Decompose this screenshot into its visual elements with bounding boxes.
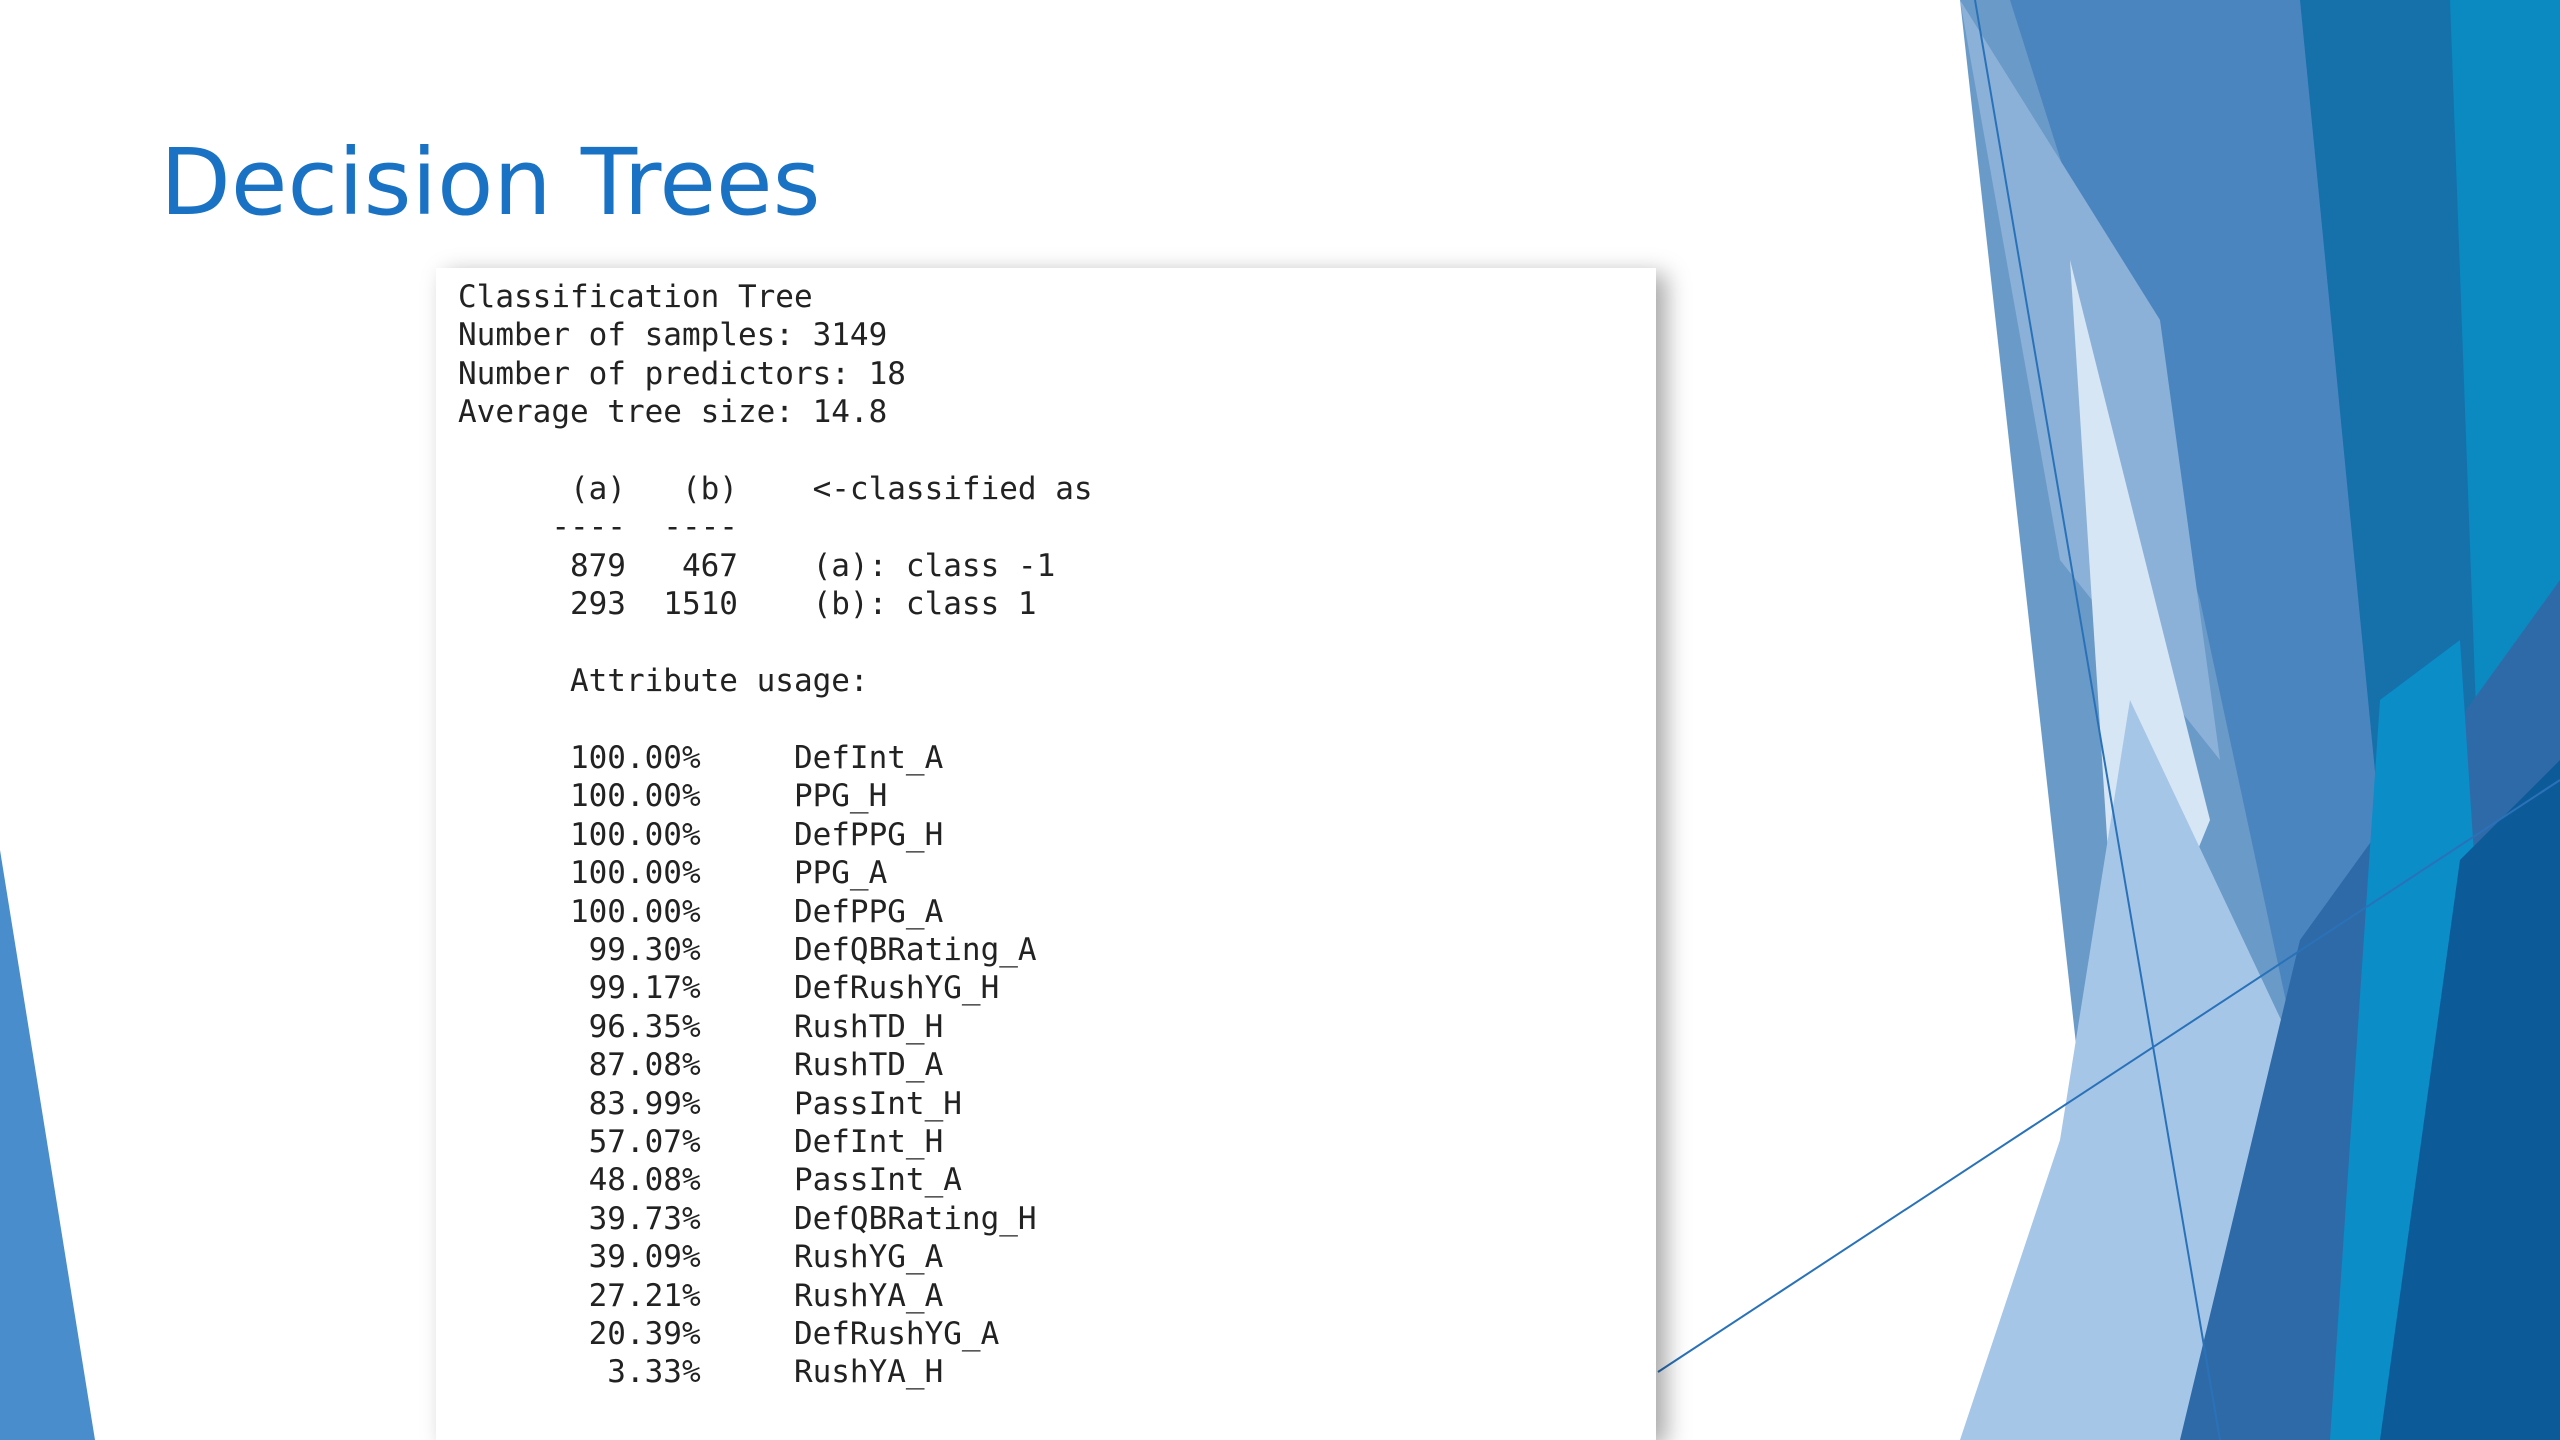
output-line: 48.08% PassInt_A (458, 1162, 962, 1199)
output-line: 57.07% DefInt_H (458, 1123, 944, 1160)
output-line: 293 1510 (b): class 1 (458, 586, 1037, 623)
output-line: (a) (b) <-classified as (458, 471, 1093, 508)
classifier-output-panel: Classification Tree Number of samples: 3… (436, 268, 1656, 1440)
output-line: 100.00% PPG_H (458, 778, 888, 815)
output-line: 3.33% RushYA_H (458, 1354, 944, 1391)
slide: Decision Trees Classification Tree Numbe… (0, 0, 2560, 1440)
classifier-output-text: Classification Tree Number of samples: 3… (458, 278, 1656, 1392)
output-line: 100.00% DefPPG_A (458, 893, 944, 930)
output-line: Average tree size: 14.8 (458, 394, 888, 431)
output-line: 87.08% RushTD_A (458, 1047, 944, 1084)
output-line: 100.00% PPG_A (458, 855, 888, 892)
output-line: 83.99% PassInt_H (458, 1085, 962, 1122)
output-line: Classification Tree (458, 279, 813, 315)
facet-shape (0, 850, 95, 1440)
output-line: 39.73% DefQBRating_H (458, 1200, 1037, 1237)
output-line: 100.00% DefInt_A (458, 739, 944, 776)
output-line: 39.09% RushYG_A (458, 1239, 944, 1276)
output-line: 99.17% DefRushYG_H (458, 970, 1000, 1007)
output-line: 20.39% DefRushYG_A (458, 1315, 1000, 1352)
output-line: Number of samples: 3149 (458, 317, 888, 354)
output-line: 27.21% RushYA_A (458, 1277, 944, 1314)
output-line: 99.30% DefQBRating_A (458, 931, 1037, 968)
output-line: 879 467 (a): class -1 (458, 547, 1056, 584)
output-line: Attribute usage: (458, 663, 869, 700)
slide-title: Decision Trees (160, 129, 821, 236)
output-line: Number of predictors: 18 (458, 355, 906, 392)
output-line: 100.00% DefPPG_H (458, 816, 944, 853)
output-line: 96.35% RushTD_H (458, 1008, 944, 1045)
output-line: ---- ---- (458, 509, 738, 546)
